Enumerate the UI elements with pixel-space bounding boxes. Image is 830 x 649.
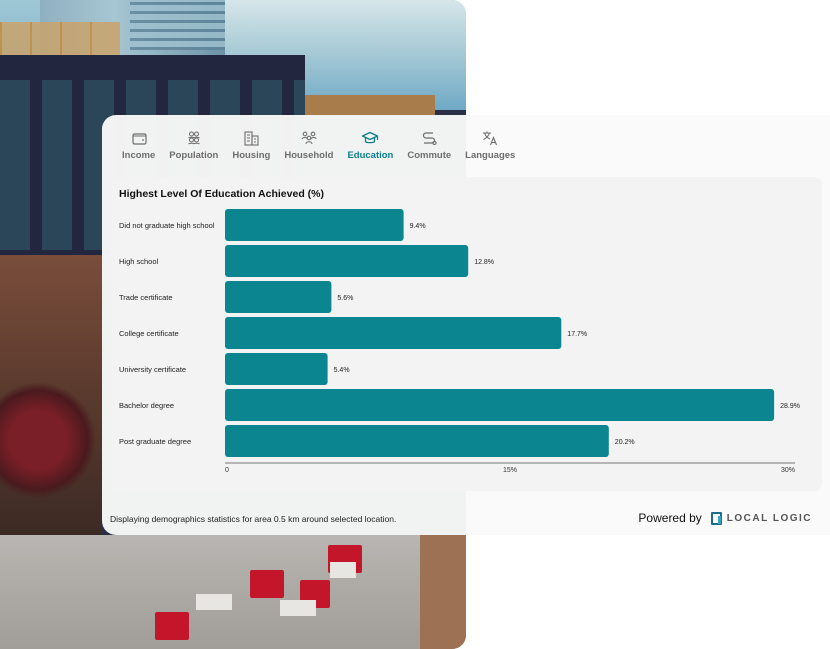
value-label: 20.2% — [615, 439, 635, 446]
tab-label: Education — [347, 150, 394, 161]
value-label: 28.9% — [780, 403, 800, 410]
bar[interactable] — [225, 281, 332, 313]
category-label: University certificate — [119, 365, 186, 374]
value-label: 9.4% — [410, 223, 426, 230]
category-label: College certificate — [119, 329, 179, 338]
tab-household[interactable]: Household — [277, 129, 340, 169]
tab-income[interactable]: Income — [115, 129, 162, 169]
bar[interactable] — [225, 389, 775, 421]
graduation-cap-icon — [361, 129, 379, 147]
tab-label: Income — [122, 150, 156, 161]
tab-label: Commute — [407, 150, 452, 161]
photo-pavement — [420, 535, 466, 649]
category-label: Bachelor degree — [119, 401, 174, 410]
photo-bench — [280, 600, 316, 616]
photo-bench — [196, 594, 232, 610]
value-label: 5.6% — [337, 295, 353, 302]
x-tick-label: 0 — [225, 467, 229, 474]
powered-by: Powered by LOCAL LOGIC — [638, 511, 812, 525]
tab-housing[interactable]: Housing — [225, 129, 277, 169]
family-icon — [300, 129, 318, 147]
x-tick-label: 30% — [781, 467, 795, 474]
bar[interactable] — [225, 245, 469, 277]
tab-label: Housing — [232, 150, 271, 161]
tab-label: Population — [169, 150, 219, 161]
wallet-icon — [130, 129, 148, 147]
category-tabs: Income Population Housing Household Educatio… — [115, 129, 522, 169]
category-label: Did not graduate high school — [119, 221, 215, 230]
powered-by-label: Powered by — [638, 511, 702, 525]
photo-tower-windows — [130, 0, 225, 50]
education-bar-chart: Did not graduate high school 9.4% High sch… — [119, 209, 800, 474]
value-label: 17.7% — [567, 331, 587, 338]
local-logic-logo-icon — [710, 511, 722, 525]
value-label: 12.8% — [474, 259, 494, 266]
tab-education[interactable]: Education — [340, 129, 400, 169]
tab-label: Languages — [465, 150, 516, 161]
translate-icon — [481, 129, 499, 147]
photo-planter — [250, 570, 284, 598]
value-label: 5.4% — [334, 367, 350, 374]
photo-scaffold — [0, 22, 120, 57]
category-label: Post graduate degree — [119, 437, 191, 446]
demographics-card: Income Population Housing Household Educatio… — [102, 115, 830, 535]
tab-languages[interactable]: Languages — [458, 129, 522, 169]
area-footnote: Displaying demographics statistics for a… — [110, 514, 397, 524]
bar[interactable] — [225, 317, 562, 349]
local-logic-brand: LOCAL LOGIC — [726, 512, 812, 524]
category-label: Trade certificate — [119, 293, 173, 302]
tab-commute[interactable]: Commute — [400, 129, 458, 169]
route-icon — [420, 129, 438, 147]
photo-tree — [0, 380, 95, 500]
category-label: High school — [119, 257, 159, 266]
x-tick-label: 15% — [503, 467, 517, 474]
photo-street — [0, 535, 466, 649]
tab-label: Household — [284, 150, 334, 161]
bar[interactable] — [225, 353, 328, 385]
photo-bench — [330, 562, 356, 578]
photo-planter — [155, 612, 189, 640]
photo-brown-building — [305, 95, 435, 115]
chart-panel: Highest Level Of Education Achieved (%) … — [111, 177, 822, 491]
building-icon — [242, 129, 260, 147]
bar[interactable] — [225, 209, 404, 241]
tab-population[interactable]: Population — [162, 129, 225, 169]
bar[interactable] — [225, 425, 609, 457]
people-icon — [185, 129, 203, 147]
